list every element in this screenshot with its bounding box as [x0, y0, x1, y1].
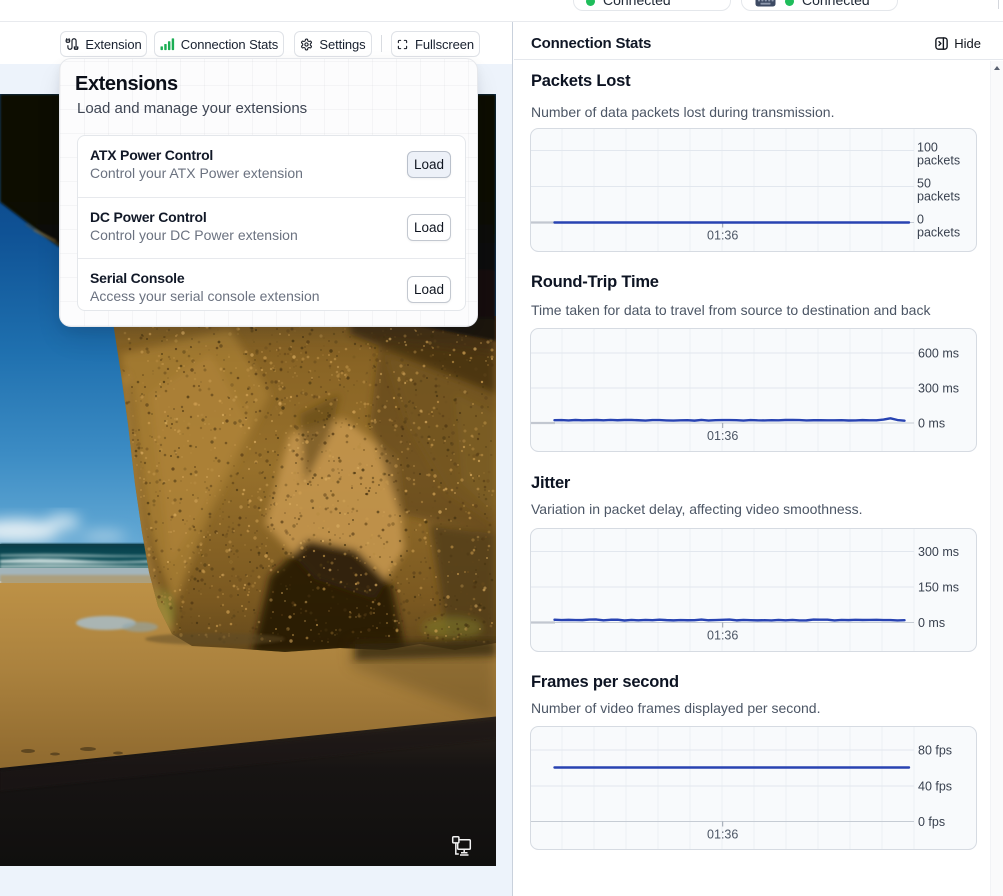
svg-text:packets: packets: [917, 190, 960, 204]
svg-text:0 ms: 0 ms: [918, 616, 945, 630]
svg-text:01:36: 01:36: [707, 229, 738, 243]
svg-text:0 fps: 0 fps: [918, 815, 945, 829]
svg-text:0 ms: 0 ms: [918, 417, 945, 431]
svg-text:80 fps: 80 fps: [918, 744, 952, 758]
svg-text:600 ms: 600 ms: [918, 347, 959, 361]
svg-text:01:36: 01:36: [707, 828, 738, 842]
svg-text:40 fps: 40 fps: [918, 780, 952, 794]
svg-text:01:36: 01:36: [707, 429, 738, 443]
svg-text:packets: packets: [917, 154, 960, 168]
svg-text:packets: packets: [917, 226, 960, 240]
svg-text:100: 100: [917, 141, 938, 155]
svg-text:300 ms: 300 ms: [918, 382, 959, 396]
svg-text:50: 50: [917, 177, 931, 191]
svg-text:300 ms: 300 ms: [918, 545, 959, 559]
svg-text:150 ms: 150 ms: [918, 581, 959, 595]
svg-text:0: 0: [917, 213, 924, 227]
svg-text:01:36: 01:36: [707, 629, 738, 643]
